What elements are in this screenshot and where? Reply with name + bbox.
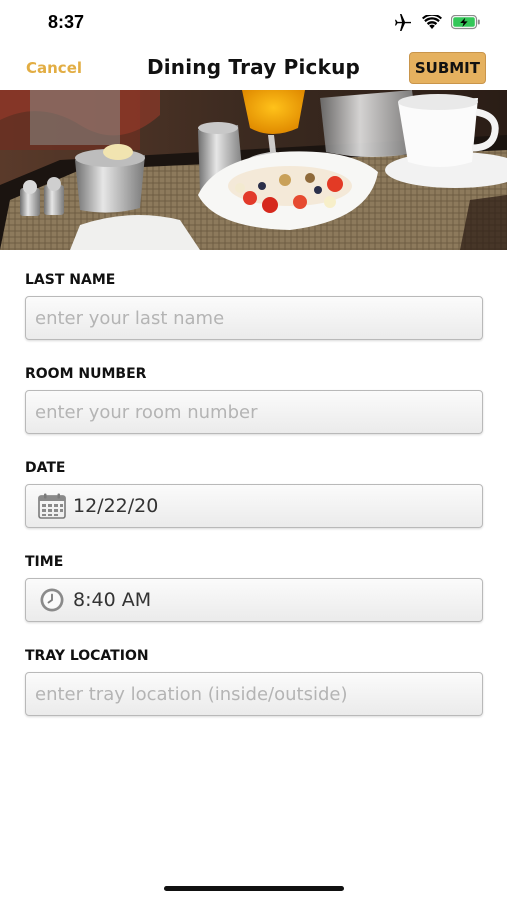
wifi-icon	[422, 13, 442, 35]
last-name-input[interactable]	[26, 298, 482, 338]
time-picker[interactable]: 8:40 AM	[25, 578, 483, 622]
nav-bar: Cancel Dining Tray Pickup SUBMIT	[0, 46, 507, 90]
airplane-icon	[393, 13, 413, 36]
tray-location-label: TRAY LOCATION	[25, 648, 149, 664]
tray-location-field-group: TRAY LOCATION	[25, 646, 483, 740]
time-value: 8:40 AM	[73, 589, 152, 611]
time-field-group: TIME 8:40 AM	[25, 552, 483, 646]
home-indicator[interactable]	[164, 886, 344, 891]
clock-icon	[37, 585, 67, 615]
time-label: TIME	[25, 554, 64, 570]
hero-image	[0, 90, 507, 250]
calendar-icon	[37, 491, 67, 521]
tray-location-input[interactable]	[26, 674, 482, 714]
status-bar: 8:37	[0, 0, 507, 46]
status-icons	[393, 13, 481, 36]
date-label: DATE	[25, 460, 66, 476]
room-number-input[interactable]	[26, 392, 482, 432]
room-number-field-box	[25, 390, 483, 434]
tray-pickup-form: LAST NAME ROOM NUMBER DATE	[25, 270, 483, 740]
tray-location-field-box	[25, 672, 483, 716]
status-time: 8:37	[48, 12, 85, 32]
date-picker[interactable]: 12/22/20	[25, 484, 483, 528]
room-number-field-group: ROOM NUMBER	[25, 364, 483, 458]
last-name-label: LAST NAME	[25, 272, 116, 288]
battery-charging-icon	[450, 14, 481, 35]
last-name-field-group: LAST NAME	[25, 270, 483, 364]
submit-button[interactable]: SUBMIT	[408, 52, 486, 84]
date-value: 12/22/20	[73, 495, 159, 517]
last-name-field-box	[25, 296, 483, 340]
date-field-group: DATE 12/22/20	[25, 458, 483, 552]
room-number-label: ROOM NUMBER	[25, 366, 147, 382]
